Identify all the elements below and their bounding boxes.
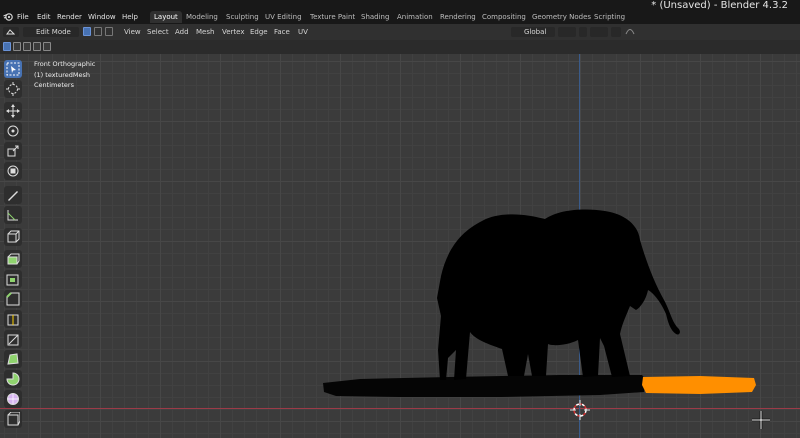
- tool-extrude-region[interactable]: [4, 250, 22, 268]
- tab-shading[interactable]: Shading: [357, 11, 393, 23]
- inset-faces-icon: [6, 274, 19, 286]
- elephant-silhouette: [437, 209, 680, 380]
- tab-uv-editing[interactable]: UV Editing: [261, 11, 306, 23]
- menu-window[interactable]: Window: [88, 13, 116, 21]
- tool-poly-build[interactable]: [4, 350, 22, 368]
- menu-select[interactable]: Select: [147, 27, 169, 37]
- menu-edit[interactable]: Edit: [37, 13, 51, 21]
- select-mode-intersect[interactable]: [43, 42, 51, 51]
- transform-orientation-label: Global: [524, 28, 547, 36]
- measure-icon: [7, 210, 18, 221]
- tool-move[interactable]: [4, 102, 22, 120]
- edge-slide-icon: [7, 412, 20, 426]
- tool-bevel[interactable]: [4, 290, 22, 308]
- menu-uv[interactable]: UV: [298, 27, 308, 37]
- viewport-header: Edit Mode View Select Add Mesh Vertex Ed…: [0, 24, 800, 40]
- proportional-edit-toggle[interactable]: [611, 27, 621, 37]
- proportional-falloff-icon[interactable]: [625, 27, 635, 37]
- editor-type-icon: [6, 29, 16, 35]
- tool-spin[interactable]: [4, 370, 22, 388]
- tab-sculpting[interactable]: Sculpting: [222, 11, 263, 23]
- extrude-region-icon: [7, 253, 20, 265]
- tool-annotate[interactable]: [4, 186, 22, 204]
- snap-target-dropdown[interactable]: [590, 27, 608, 37]
- transform-icon: [7, 165, 19, 177]
- tab-modeling[interactable]: Modeling: [182, 11, 222, 23]
- tab-scripting[interactable]: Scripting: [590, 11, 629, 23]
- tool-transform[interactable]: [4, 162, 22, 180]
- tool-knife[interactable]: [4, 330, 22, 348]
- tool-select-box[interactable]: [4, 60, 22, 78]
- tool-settings-bar: [0, 40, 800, 54]
- menu-file[interactable]: File: [17, 13, 29, 21]
- add-cube-icon: [7, 230, 20, 243]
- selected-faces: [642, 376, 756, 394]
- select-mode-invert[interactable]: [33, 42, 41, 51]
- transform-orientation-dropdown[interactable]: Global: [511, 27, 555, 37]
- 3d-viewport[interactable]: Front Orthographic (1) texturedMesh Cent…: [0, 54, 800, 438]
- tab-compositing[interactable]: Compositing: [478, 11, 530, 23]
- menu-render[interactable]: Render: [57, 13, 82, 21]
- select-mode-extend[interactable]: [13, 42, 21, 51]
- select-mode-new[interactable]: [3, 42, 11, 51]
- pivot-point-dropdown[interactable]: [558, 27, 576, 37]
- tool-add-cube[interactable]: [4, 228, 22, 246]
- bevel-icon: [6, 292, 20, 306]
- menu-face[interactable]: Face: [274, 27, 290, 37]
- tab-animation[interactable]: Animation: [393, 11, 437, 23]
- face-select-mode[interactable]: [105, 27, 113, 36]
- menu-help[interactable]: Help: [122, 13, 138, 21]
- tool-scale[interactable]: [4, 142, 22, 160]
- tool-rotate[interactable]: [4, 122, 22, 140]
- 3d-cursor-icon[interactable]: [570, 400, 590, 420]
- tab-layout[interactable]: Layout: [150, 11, 182, 23]
- menu-vertex[interactable]: Vertex: [222, 27, 245, 37]
- tool-loop-cut[interactable]: [4, 310, 22, 328]
- tab-texture-paint[interactable]: Texture Paint: [306, 11, 359, 23]
- textured-mesh[interactable]: [0, 54, 800, 438]
- smooth-icon: [7, 393, 19, 405]
- scale-icon: [7, 145, 19, 157]
- vertex-select-mode[interactable]: [83, 27, 91, 36]
- menu-view[interactable]: View: [124, 27, 141, 37]
- top-menu-bar: File Edit Render Window Help Layout Mode…: [0, 0, 800, 24]
- select-box-icon: [6, 62, 20, 76]
- cursor-icon: [6, 82, 20, 96]
- menu-add[interactable]: Add: [175, 27, 189, 37]
- select-mode-subtract[interactable]: [23, 42, 31, 51]
- window-title: * (Unsaved) - Blender 4.3.2: [651, 0, 788, 11]
- mode-label: Edit Mode: [36, 28, 71, 36]
- tool-inset-faces[interactable]: [4, 270, 22, 288]
- tab-geometry-nodes[interactable]: Geometry Nodes: [528, 11, 595, 23]
- spin-icon: [6, 372, 20, 386]
- tool-cursor[interactable]: [4, 80, 22, 98]
- tab-rendering[interactable]: Rendering: [436, 11, 480, 23]
- tool-edge-slide[interactable]: [4, 410, 22, 428]
- snap-toggle[interactable]: [579, 27, 587, 37]
- mode-dropdown[interactable]: Edit Mode: [23, 27, 79, 37]
- loop-cut-icon: [7, 314, 19, 326]
- tool-measure[interactable]: [4, 206, 22, 224]
- editor-type-menu[interactable]: [3, 27, 19, 37]
- crosshair-cursor-icon: [752, 411, 770, 429]
- rotate-icon: [7, 125, 19, 137]
- move-icon: [6, 104, 20, 118]
- menu-edge[interactable]: Edge: [250, 27, 268, 37]
- menu-mesh[interactable]: Mesh: [196, 27, 214, 37]
- blender-logo-icon[interactable]: [3, 12, 13, 21]
- edge-select-mode[interactable]: [94, 27, 102, 36]
- tool-smooth[interactable]: [4, 390, 22, 408]
- ground-strip: [323, 375, 646, 397]
- annotate-icon: [8, 191, 18, 201]
- poly-build-icon: [7, 353, 19, 365]
- knife-icon: [7, 334, 19, 346]
